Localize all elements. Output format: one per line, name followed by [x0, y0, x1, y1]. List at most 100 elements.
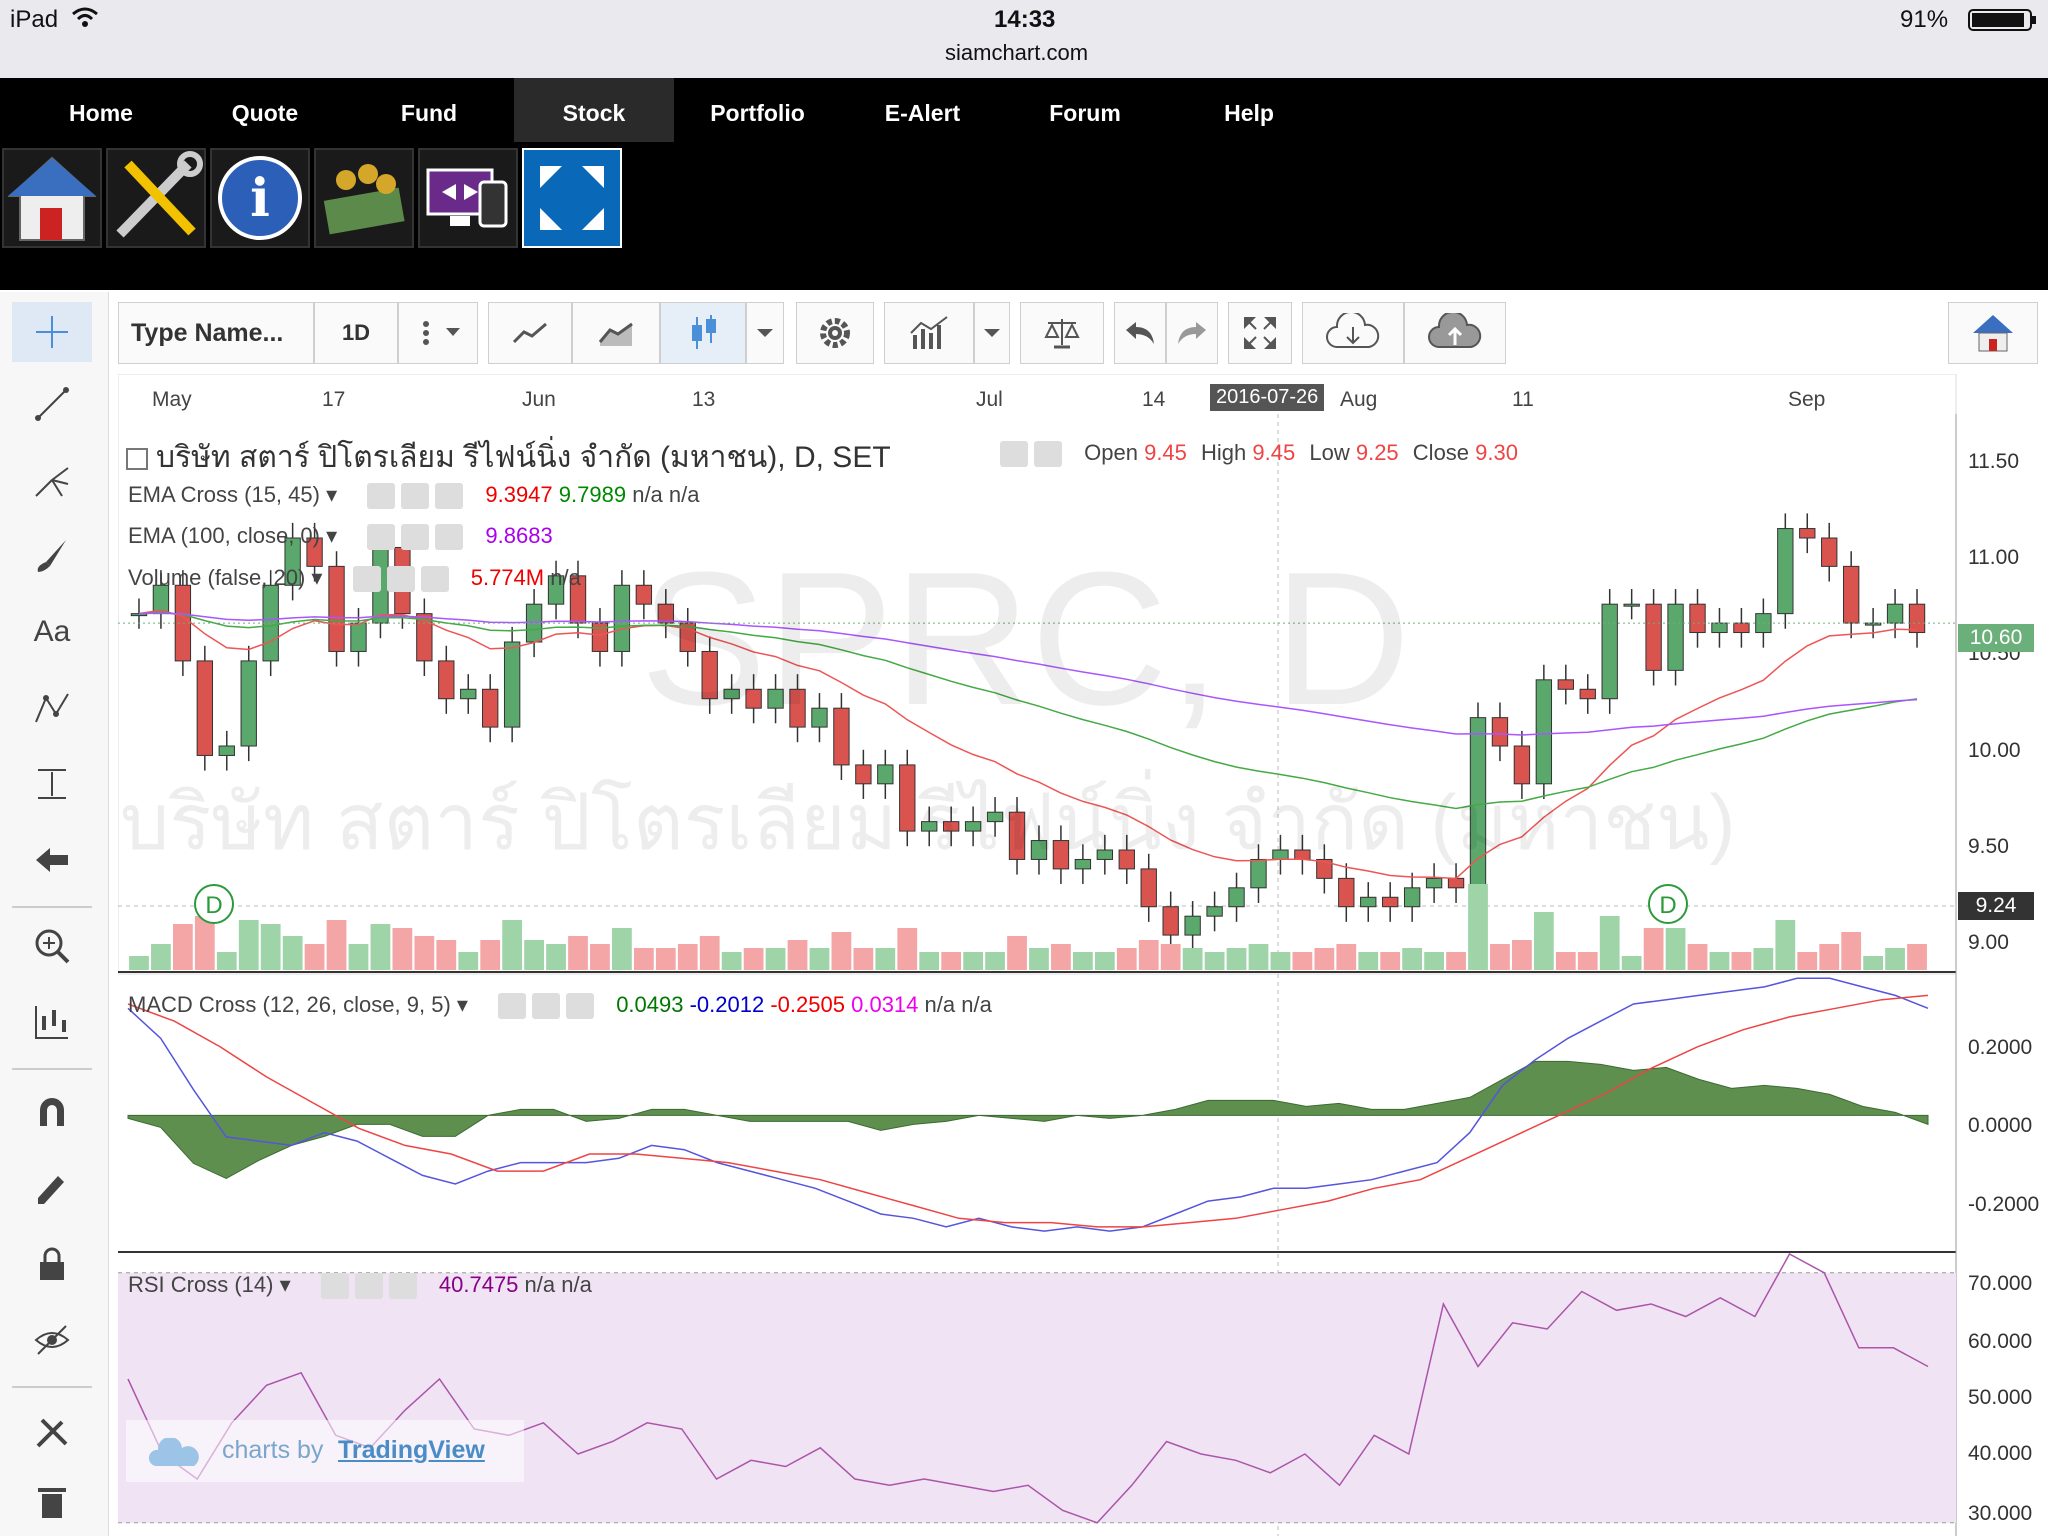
home-icon[interactable] [2, 148, 102, 248]
chart-home-icon[interactable] [1948, 302, 2038, 364]
symbol-search-input[interactable]: Type Name... [118, 302, 314, 364]
dividend-marker[interactable]: D [1648, 884, 1688, 924]
arrow-left-icon[interactable] [12, 830, 92, 890]
gear-icon[interactable] [401, 483, 430, 510]
area-chart-icon[interactable] [572, 302, 660, 364]
rsi-legend: RSI Cross (14) ▾ 40.7475 n/a n/a [128, 1272, 592, 1300]
gear-icon[interactable] [532, 993, 561, 1020]
fullscreen-toggle-icon[interactable] [1228, 302, 1292, 364]
volume-bar [348, 944, 369, 970]
close-icon[interactable] [435, 524, 464, 551]
dividend-marker[interactable]: D [194, 884, 234, 924]
pitchfork-icon[interactable] [12, 450, 92, 510]
ios-status-bar: iPad 14:33 siamchart.com 91% [0, 0, 2048, 78]
close-icon[interactable] [388, 1273, 417, 1300]
candle-body [1206, 906, 1223, 917]
trash-icon[interactable] [12, 1472, 92, 1532]
eye-icon[interactable] [367, 524, 396, 551]
redo-icon[interactable] [1166, 302, 1218, 364]
candle-body [1886, 603, 1904, 624]
trend-line-icon[interactable] [12, 374, 92, 434]
rsi-tick: 60.000 [1968, 1330, 2033, 1353]
volume-bar [458, 952, 479, 970]
close-icon[interactable] [420, 566, 449, 593]
eye-icon[interactable] [1000, 441, 1028, 468]
candle-body [1799, 528, 1816, 539]
crosshair-cursor-icon[interactable] [12, 302, 92, 362]
wifi-icon [70, 4, 100, 37]
text-tool-icon[interactable]: Aa [12, 602, 92, 662]
volume-bar [502, 920, 523, 970]
time-tick: May [152, 388, 192, 411]
last-price-label: 10.60 [1958, 624, 2034, 652]
chart-type-dropdown-icon[interactable] [746, 302, 784, 364]
draw-mode-icon[interactable] [12, 1158, 92, 1218]
gear-icon[interactable] [1034, 441, 1062, 468]
line-chart-icon[interactable] [488, 302, 572, 364]
gear-icon[interactable] [401, 524, 430, 551]
brush-icon[interactable] [12, 526, 92, 586]
volume-bar [655, 948, 676, 970]
url-bar[interactable]: siamchart.com [945, 40, 1088, 66]
volume-bar [568, 936, 588, 970]
candle-body [1557, 679, 1574, 690]
interval-button[interactable]: 1D [314, 302, 398, 364]
magnet-icon[interactable] [12, 1082, 92, 1142]
tradingview-link[interactable]: TradingView [338, 1436, 485, 1465]
nav-e-alert[interactable]: E-Alert [855, 78, 990, 142]
interval-menu-icon[interactable] [398, 302, 478, 364]
nav-help[interactable]: Help [1184, 78, 1314, 142]
indicators-dropdown-icon[interactable] [974, 302, 1010, 364]
indicators-icon[interactable] [884, 302, 974, 364]
cloud-logo-icon [148, 1436, 200, 1473]
volume-bar [1709, 952, 1730, 970]
candle-body [350, 622, 367, 652]
volume-bar [1446, 952, 1466, 970]
nav-forum[interactable]: Forum [1020, 78, 1150, 142]
nav-home[interactable]: Home [36, 78, 166, 142]
undo-icon[interactable] [1114, 302, 1166, 364]
toolbar-divider [12, 1386, 92, 1388]
info-icon[interactable]: i [210, 148, 310, 248]
settings-tools-icon[interactable] [12, 1402, 92, 1462]
nav-portfolio[interactable]: Portfolio [690, 78, 825, 142]
measure-chart-icon[interactable] [12, 992, 92, 1052]
pattern-icon[interactable] [12, 678, 92, 738]
candlestick-chart-icon[interactable] [660, 302, 746, 364]
gear-icon[interactable] [796, 302, 874, 364]
load-chart-cloud-icon[interactable] [1302, 302, 1404, 364]
volume-bar [1512, 940, 1532, 970]
volume-bar [1160, 944, 1181, 970]
volume-bar [1182, 948, 1203, 970]
eye-icon[interactable] [320, 1273, 349, 1300]
eye-icon[interactable] [498, 993, 527, 1020]
volume-bar [1687, 944, 1708, 970]
hide-drawings-icon[interactable] [12, 1310, 92, 1370]
nav-fund[interactable]: Fund [364, 78, 494, 142]
save-chart-cloud-icon[interactable] [1404, 302, 1506, 364]
volume-bar [480, 940, 501, 970]
collapse-legend-icon[interactable] [126, 448, 148, 471]
zoom-in-icon[interactable] [12, 916, 92, 976]
gear-icon[interactable] [386, 566, 415, 593]
compare-icon[interactable] [1020, 302, 1104, 364]
measure-icon[interactable] [12, 754, 92, 814]
eye-icon[interactable] [367, 483, 396, 510]
tools-icon[interactable] [106, 148, 206, 248]
volume-bar [831, 932, 852, 970]
close-icon[interactable] [566, 993, 595, 1020]
close-icon[interactable] [435, 483, 464, 510]
nav-stock[interactable]: Stock [514, 78, 674, 142]
nav-quote[interactable]: Quote [200, 78, 330, 142]
gear-icon[interactable] [354, 1273, 383, 1300]
money-icon[interactable] [314, 148, 414, 248]
fullscreen-icon[interactable] [522, 148, 622, 248]
devices-icon[interactable] [418, 148, 518, 248]
volume-bar [1138, 940, 1159, 970]
device-label: iPad [10, 6, 59, 33]
eye-icon[interactable] [352, 566, 381, 593]
volume-bar [787, 940, 808, 970]
toolbar-divider [12, 906, 92, 908]
lock-icon[interactable] [12, 1234, 92, 1294]
candle-body [1382, 896, 1399, 908]
